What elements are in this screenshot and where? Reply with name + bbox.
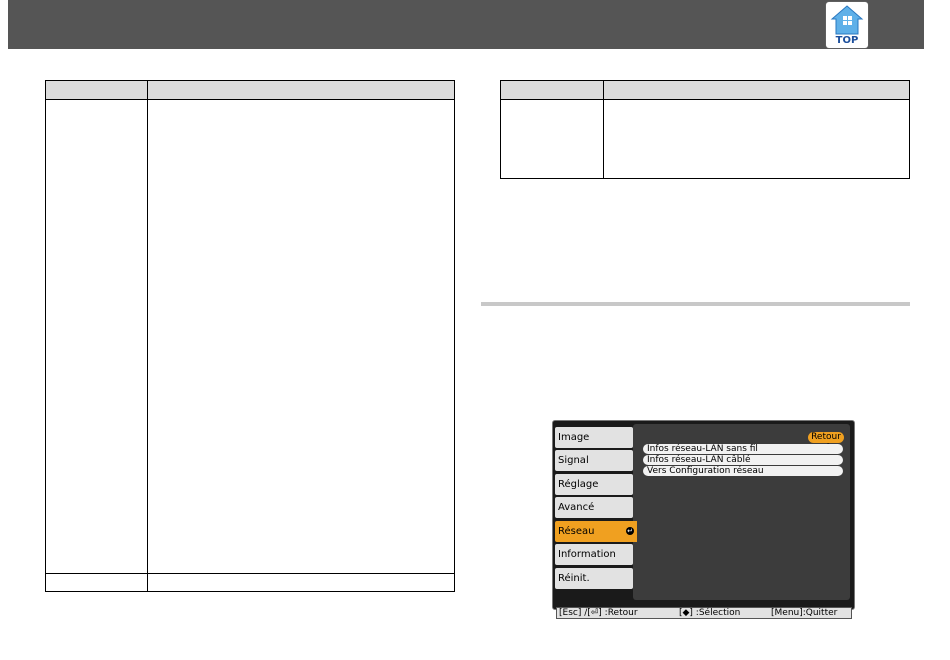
table-cell xyxy=(500,99,604,179)
menu-status-bar: [Esc] /[⏎] :Retour [◆] :Sélection [Menu]… xyxy=(556,607,852,619)
top-label: TOP xyxy=(835,35,859,46)
menu-tab-signal[interactable]: Signal xyxy=(555,450,633,471)
menu-tab-information[interactable]: Information xyxy=(555,544,633,565)
table-header-cell xyxy=(45,80,148,100)
table-header-row xyxy=(500,80,910,100)
status-back: [Esc] /[⏎] :Retour xyxy=(559,608,638,618)
submenu-item-label: Infos réseau-LAN câblé xyxy=(647,455,751,465)
return-button-label: Retour xyxy=(811,432,841,442)
table-cell xyxy=(603,99,910,179)
menu-tab-label: Réseau xyxy=(558,526,595,537)
table-header-row xyxy=(45,80,455,100)
table-row xyxy=(500,99,910,179)
submenu-item-wired-lan[interactable]: Infos réseau-LAN câblé xyxy=(643,455,843,465)
menu-tab-label: Réinit. xyxy=(558,573,590,584)
menu-tab-reinit[interactable]: Réinit. xyxy=(555,568,633,589)
header-bar xyxy=(8,0,924,49)
status-quit: [Menu]:Quitter xyxy=(771,608,838,618)
submenu-item-network-config[interactable]: Vers Configuration réseau xyxy=(643,466,843,476)
menu-tab-avance[interactable]: Avancé xyxy=(555,497,633,518)
table-cell xyxy=(147,99,455,574)
right-table xyxy=(500,80,910,179)
left-table xyxy=(45,80,455,592)
menu-tab-label: Information xyxy=(558,549,616,560)
table-cell xyxy=(45,573,148,592)
section-divider xyxy=(481,302,910,306)
menu-tab-label: Avancé xyxy=(558,502,595,513)
table-header-cell xyxy=(500,80,604,100)
menu-tab-label: Signal xyxy=(558,455,589,466)
table-cell xyxy=(45,99,148,574)
top-button[interactable]: TOP xyxy=(826,2,868,48)
menu-tab-reseau[interactable]: Réseau ↵ xyxy=(555,521,637,542)
menu-tab-image[interactable]: Image xyxy=(555,427,633,448)
menu-tab-reglage[interactable]: Réglage xyxy=(555,474,633,495)
submenu-item-wireless-lan[interactable]: Infos réseau-LAN sans fil xyxy=(643,444,843,454)
table-header-cell xyxy=(603,80,910,100)
table-header-cell xyxy=(147,80,455,100)
menu-tab-label: Réglage xyxy=(558,479,599,490)
table-cell xyxy=(147,573,455,592)
table-row xyxy=(45,573,455,592)
submenu-item-label: Infos réseau-LAN sans fil xyxy=(647,444,758,454)
table-row xyxy=(45,99,455,574)
projector-menu-screenshot: Image Signal Réglage Avancé Réseau ↵ Inf… xyxy=(552,420,855,610)
return-button[interactable]: Retour ⏎ xyxy=(808,432,844,453)
submenu-item-label: Vers Configuration réseau xyxy=(647,466,764,476)
menu-tab-label: Image xyxy=(558,432,590,443)
enter-icon: ↵ xyxy=(626,527,634,535)
status-select: [◆] :Sélection xyxy=(679,608,741,618)
